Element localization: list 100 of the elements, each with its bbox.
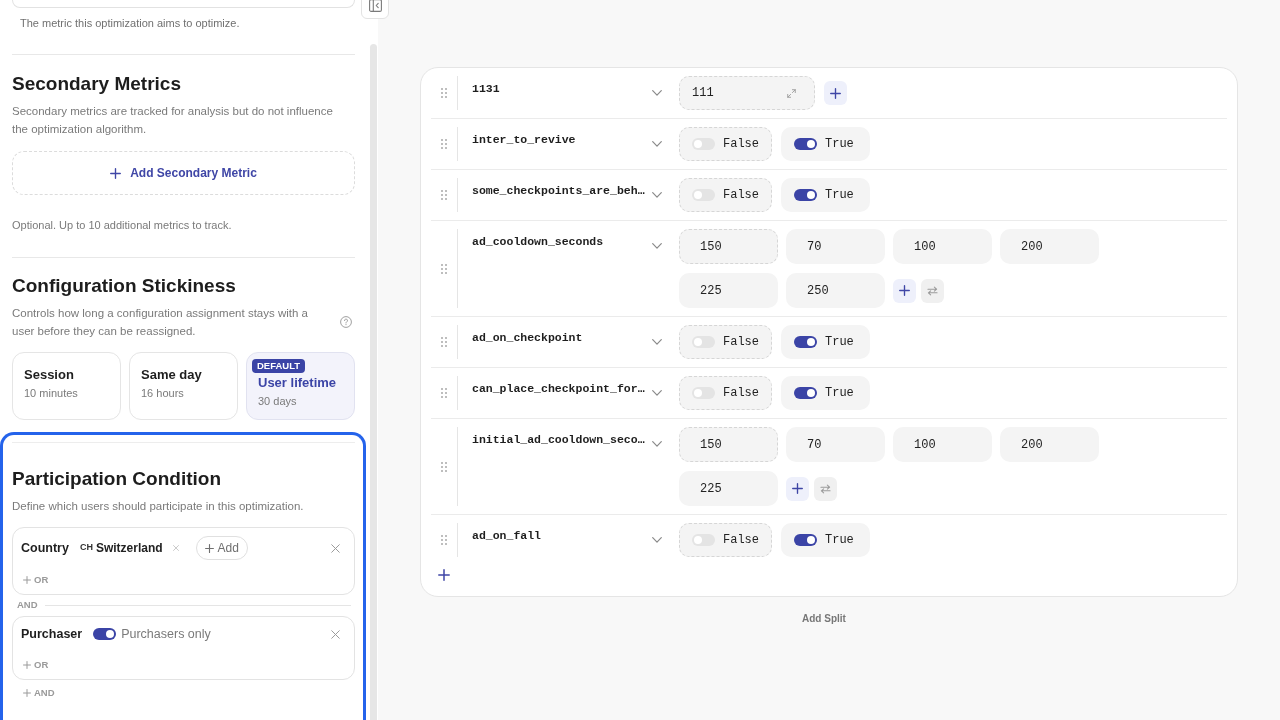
toggle-switch[interactable] xyxy=(692,189,715,201)
toggle-switch[interactable] xyxy=(794,138,817,150)
toggle-switch[interactable] xyxy=(692,534,715,546)
swap-button[interactable] xyxy=(921,278,944,303)
add-value-button[interactable] xyxy=(786,476,809,501)
value-field[interactable]: 70 xyxy=(786,229,885,264)
value-option[interactable]: False xyxy=(679,127,772,161)
plus-icon xyxy=(23,661,31,669)
condition-field: Country xyxy=(21,538,69,558)
add-secondary-metric-button[interactable]: Add Secondary Metric xyxy=(12,151,355,195)
toggle-switch[interactable] xyxy=(794,336,817,348)
drag-handle-icon[interactable] xyxy=(441,388,447,398)
add-split-button[interactable]: Add Split xyxy=(802,613,846,625)
field-hint: Optional. Up to 10 additional metrics to track. xyxy=(12,218,233,233)
drag-handle-icon[interactable] xyxy=(441,88,447,98)
drag-handle-icon[interactable] xyxy=(441,337,447,347)
stickiness-option[interactable]: Session 10 minutes xyxy=(12,352,121,420)
option-detail: 16 hours xyxy=(141,386,185,401)
option-title: Same day xyxy=(141,367,203,383)
option-title: Session xyxy=(24,367,75,383)
toggle-switch[interactable] xyxy=(692,138,715,150)
value-field[interactable]: 200 xyxy=(1000,229,1099,264)
value-field[interactable]: 150 xyxy=(679,427,778,462)
value-field[interactable]: 100 xyxy=(893,427,992,462)
value-option[interactable]: False xyxy=(679,325,772,359)
section-title: Participation Condition xyxy=(12,467,222,491)
collapse-sidebar-button[interactable] xyxy=(361,0,389,19)
value-option[interactable]: False xyxy=(679,376,772,410)
chevron-down-icon[interactable] xyxy=(652,441,662,447)
value-field[interactable]: 100 xyxy=(893,229,992,264)
drag-handle-icon[interactable] xyxy=(441,535,447,545)
option-title: User lifetime xyxy=(258,375,338,391)
chevron-down-icon[interactable] xyxy=(652,192,662,198)
help-icon[interactable] xyxy=(340,316,352,328)
parameter-name: inter_to_revive xyxy=(472,133,576,147)
parameter-name: ad_on_checkpoint xyxy=(472,331,583,345)
value-option[interactable]: True xyxy=(781,127,870,161)
section-title: Configuration Stickiness xyxy=(12,274,237,298)
add-value-button[interactable]: Add xyxy=(195,536,248,560)
toggle-switch[interactable] xyxy=(794,387,817,399)
stickiness-option[interactable]: Same day 16 hours xyxy=(129,352,238,420)
value-field[interactable]: 150 xyxy=(679,229,778,264)
expand-icon[interactable] xyxy=(787,88,796,98)
toggle-label: Purchasers only xyxy=(121,625,211,643)
toggle-switch[interactable] xyxy=(692,387,715,399)
panel-icon xyxy=(368,0,382,12)
plus-icon xyxy=(792,483,803,494)
plus-icon xyxy=(23,689,31,697)
close-icon[interactable] xyxy=(331,629,340,639)
option-detail: 30 days xyxy=(258,394,298,409)
value-option[interactable]: False xyxy=(679,178,772,212)
value-field[interactable]: 250 xyxy=(786,273,885,308)
add-value-button[interactable] xyxy=(893,278,916,303)
country-code: CH xyxy=(79,541,93,555)
parameter-name: ad_cooldown_seconds xyxy=(472,235,604,249)
value-option[interactable]: True xyxy=(781,325,870,359)
section-description: Controls how long a configuration assignment stays with a user before they can be reassigned. xyxy=(12,306,309,339)
plus-icon xyxy=(204,543,214,553)
chevron-down-icon[interactable] xyxy=(652,537,662,543)
toggle-switch[interactable] xyxy=(692,336,715,348)
value-option[interactable]: True xyxy=(781,178,870,212)
chevron-down-icon[interactable] xyxy=(652,141,662,147)
and-label: AND xyxy=(17,599,38,611)
chevron-down-icon[interactable] xyxy=(652,243,662,249)
swap-button[interactable] xyxy=(814,476,837,501)
chevron-down-icon[interactable] xyxy=(652,90,662,96)
drag-handle-icon[interactable] xyxy=(441,139,447,149)
toggle-switch[interactable] xyxy=(794,189,817,201)
scrollbar[interactable] xyxy=(370,44,377,720)
stickiness-option[interactable]: DEFAULT User lifetime 30 days xyxy=(246,352,355,420)
swap-arrows-icon xyxy=(820,483,831,494)
default-badge: DEFAULT xyxy=(252,359,306,373)
value-field[interactable]: 225 xyxy=(679,273,778,308)
drag-handle-icon[interactable] xyxy=(441,263,447,274)
plus-icon xyxy=(899,285,910,296)
value-field[interactable]: 200 xyxy=(1000,427,1099,462)
toggle-switch[interactable] xyxy=(93,628,117,640)
parameter-name: can_place_checkpoint_for… xyxy=(472,382,645,396)
value-field[interactable]: 225 xyxy=(679,471,778,506)
value-option[interactable]: True xyxy=(781,376,870,410)
drag-handle-icon[interactable] xyxy=(441,190,447,200)
select-field[interactable] xyxy=(12,0,355,8)
chevron-down-icon[interactable] xyxy=(652,339,662,345)
chevron-down-icon[interactable] xyxy=(652,390,662,396)
add-value-button[interactable] xyxy=(824,81,847,105)
section-title: Secondary Metrics xyxy=(12,72,182,96)
remove-icon[interactable] xyxy=(172,545,179,551)
section-description: Define which users should participate in this optimization. xyxy=(12,499,305,514)
plus-icon xyxy=(23,576,31,584)
drag-handle-icon[interactable] xyxy=(441,461,447,472)
close-icon[interactable] xyxy=(331,543,340,553)
value-option[interactable]: True xyxy=(781,523,870,557)
option-detail: 10 minutes xyxy=(24,386,79,401)
value-field[interactable]: 111 xyxy=(679,76,815,110)
toggle-switch[interactable] xyxy=(794,534,817,546)
section-description: Secondary metrics are tracked for analysis but do not influence the optimization algorithm. xyxy=(12,104,334,137)
value-field[interactable]: 70 xyxy=(786,427,885,462)
value-option[interactable]: False xyxy=(679,523,772,557)
parameter-name: ad_on_fall xyxy=(472,529,541,543)
parameter-name: 1131 xyxy=(472,82,500,96)
